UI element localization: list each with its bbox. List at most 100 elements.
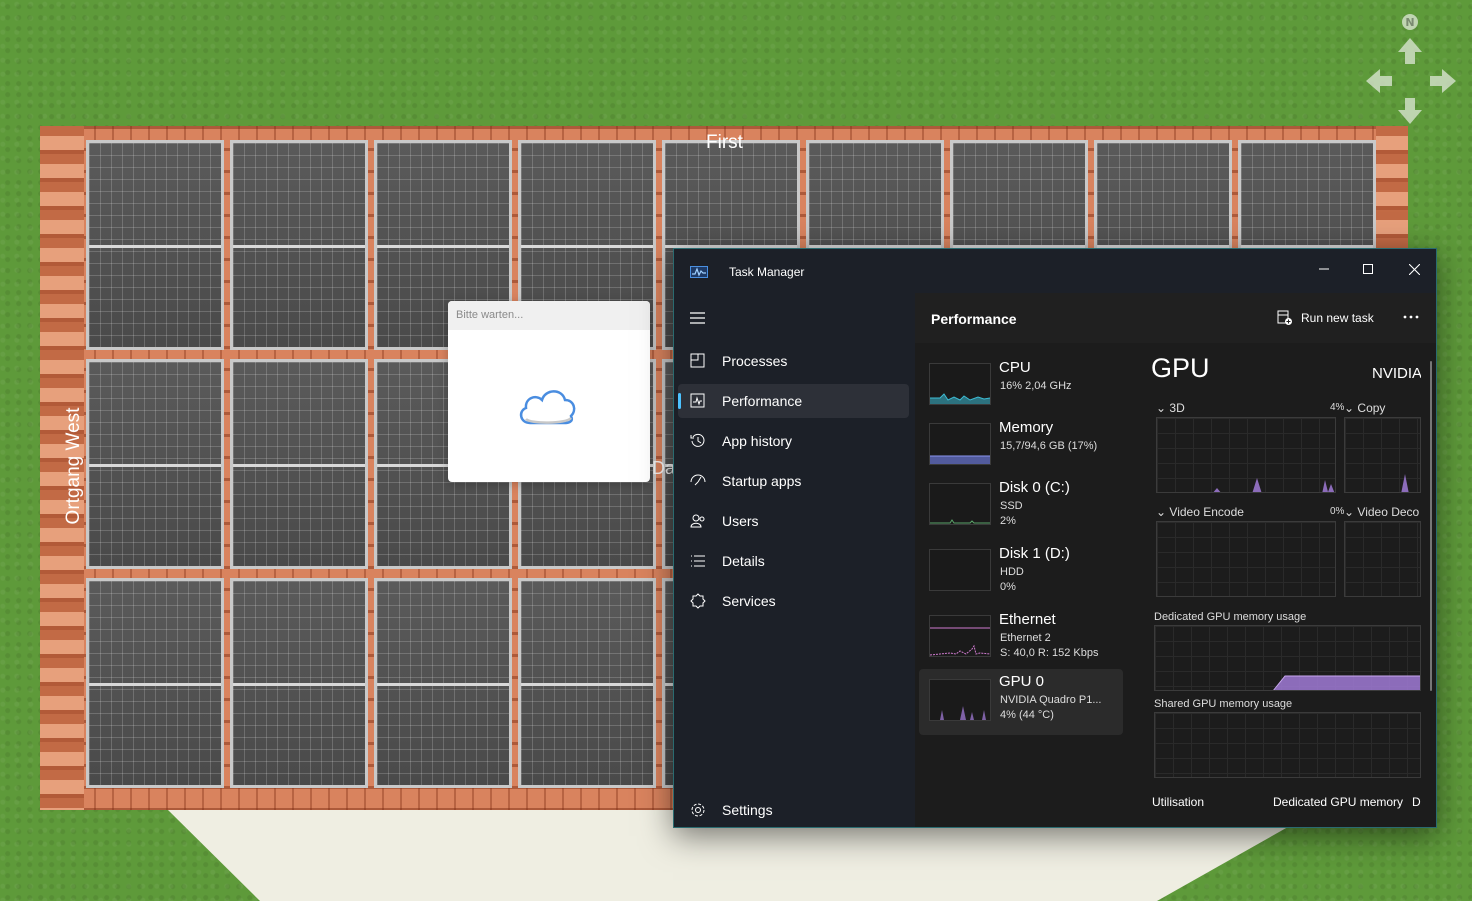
solar-panel[interactable] bbox=[86, 359, 224, 569]
resource-name: Disk 1 (D:) bbox=[999, 545, 1070, 562]
solar-panel[interactable] bbox=[518, 578, 656, 788]
nav-services[interactable]: Services bbox=[678, 584, 909, 618]
vertical-scrollbar[interactable] bbox=[1430, 361, 1432, 691]
memory-thumbnail-graph bbox=[929, 423, 991, 465]
nav-app-history[interactable]: App history bbox=[678, 424, 909, 458]
resource-detail: 15,7/94,6 GB (17%) bbox=[1000, 440, 1098, 452]
shared-memory-graph bbox=[1154, 712, 1421, 778]
resource-memory[interactable]: Memory 15,7/94,6 GB (17%) bbox=[919, 415, 1123, 479]
chevron-down-icon: ⌄ bbox=[1344, 505, 1355, 519]
resource-name: GPU 0 bbox=[999, 673, 1045, 690]
resource-cpu[interactable]: CPU 16% 2,04 GHz bbox=[919, 355, 1123, 419]
engine-3d-selector[interactable]: ⌄ 3D bbox=[1156, 401, 1185, 415]
navigation-compass[interactable]: N bbox=[1366, 12, 1456, 124]
services-icon bbox=[690, 593, 706, 609]
engine-video-encode-selector[interactable]: ⌄ Video Encode bbox=[1156, 505, 1244, 519]
compass-north-label: N bbox=[1405, 16, 1414, 29]
gpu-thumbnail-graph bbox=[929, 679, 991, 721]
performance-pane: Performance Run new task CPU 16% 2,04 GH… bbox=[915, 293, 1436, 827]
nav-users-label: Users bbox=[722, 513, 759, 529]
engine-copy-graph bbox=[1344, 417, 1421, 493]
minimize-button[interactable] bbox=[1302, 255, 1346, 283]
run-new-task-label: Run new task bbox=[1301, 311, 1374, 325]
resource-detail: Ethernet 2 bbox=[1000, 632, 1051, 644]
chevron-down-icon: ⌄ bbox=[1156, 401, 1167, 415]
history-icon bbox=[690, 433, 706, 449]
engine-video-decode-label: Video Deco bbox=[1357, 505, 1420, 519]
resource-name: Disk 0 (C:) bbox=[999, 479, 1070, 496]
nav-processes[interactable]: Processes bbox=[678, 344, 909, 378]
roof-label-ridge: First bbox=[706, 132, 743, 153]
gpu-title: GPU bbox=[1151, 353, 1210, 383]
pan-right-icon bbox=[1430, 69, 1456, 93]
nav-details-label: Details bbox=[722, 553, 765, 569]
shared-memory-label: Shared GPU memory usage bbox=[1154, 698, 1293, 710]
tab-more[interactable]: D bbox=[1412, 795, 1421, 809]
engine-video-decode-selector[interactable]: ⌄ Video Deco bbox=[1344, 505, 1419, 519]
wait-dialog: Bitte warten... bbox=[448, 301, 650, 482]
navigation-sidebar: Processes Performance App history Startu… bbox=[674, 293, 915, 827]
solar-panel[interactable] bbox=[230, 578, 368, 788]
nav-performance[interactable]: Performance bbox=[678, 384, 909, 418]
nav-settings-label: Settings bbox=[722, 802, 773, 818]
gpu-detail-pane: GPU NVIDIA ⌄ 3D 4% ⌄ Copy ⌄ Video Encode… bbox=[1151, 345, 1421, 827]
page-title: Performance bbox=[931, 311, 1017, 327]
task-manager-window[interactable]: Task Manager Processes Performance App h… bbox=[673, 248, 1437, 828]
solar-panel[interactable] bbox=[230, 359, 368, 569]
nav-services-label: Services bbox=[722, 593, 776, 609]
resource-gpu-0[interactable]: GPU 0 NVIDIA Quadro P1... 4% (44 °C) bbox=[919, 669, 1123, 735]
chevron-down-icon: ⌄ bbox=[1344, 401, 1355, 415]
hamburger-menu-icon[interactable] bbox=[690, 311, 706, 329]
nav-processes-label: Processes bbox=[722, 353, 788, 369]
engine-video-decode-graph bbox=[1344, 521, 1421, 597]
nav-settings[interactable]: Settings bbox=[678, 793, 909, 827]
chevron-down-icon: ⌄ bbox=[1156, 505, 1167, 519]
run-task-icon bbox=[1277, 310, 1292, 325]
close-button[interactable] bbox=[1392, 255, 1436, 283]
startup-icon bbox=[690, 473, 706, 489]
solar-panel[interactable] bbox=[86, 140, 224, 350]
resource-detail: 16% 2,04 GHz bbox=[1000, 380, 1072, 392]
gpu-vendor: NVIDIA bbox=[1372, 365, 1421, 382]
resource-usage: 4% (44 °C) bbox=[1000, 709, 1054, 721]
disk1-thumbnail-graph bbox=[929, 549, 991, 591]
maximize-button[interactable] bbox=[1346, 255, 1390, 283]
engine-copy-selector[interactable]: ⌄ Copy bbox=[1344, 401, 1385, 415]
window-title: Task Manager bbox=[729, 265, 805, 279]
resource-usage: S: 40,0 R: 152 Kbps bbox=[1000, 647, 1099, 659]
nav-startup-apps[interactable]: Startup apps bbox=[678, 464, 909, 498]
resource-ethernet[interactable]: Ethernet Ethernet 2 S: 40,0 R: 152 Kbps bbox=[919, 607, 1123, 671]
engine-video-encode-percent: 0% bbox=[1330, 506, 1345, 517]
resource-disk-0[interactable]: Disk 0 (C:) SSD 2% bbox=[919, 475, 1123, 539]
title-bar[interactable]: Task Manager bbox=[674, 249, 1436, 293]
engine-copy-label: Copy bbox=[1357, 401, 1386, 415]
resource-name: CPU bbox=[999, 359, 1031, 376]
cpu-thumbnail-graph bbox=[929, 363, 991, 405]
engine-3d-graph bbox=[1156, 417, 1336, 493]
task-manager-icon bbox=[690, 265, 708, 278]
nav-app-history-label: App history bbox=[722, 433, 793, 449]
solar-panel[interactable] bbox=[230, 140, 368, 350]
engine-video-encode-label: Video Encode bbox=[1169, 505, 1244, 519]
nav-details[interactable]: Details bbox=[678, 544, 909, 578]
details-icon bbox=[690, 553, 706, 569]
disk0-thumbnail-graph bbox=[929, 483, 991, 525]
resource-usage: 0% bbox=[1000, 581, 1016, 593]
engine-3d-percent: 4% bbox=[1330, 402, 1345, 413]
resource-detail: HDD bbox=[1000, 566, 1024, 578]
resource-disk-1[interactable]: Disk 1 (D:) HDD 0% bbox=[919, 541, 1123, 605]
nav-performance-label: Performance bbox=[722, 393, 803, 409]
nav-users[interactable]: Users bbox=[678, 504, 909, 538]
roof-label-gable-west: Ortgang West bbox=[63, 407, 84, 525]
dedicated-memory-graph bbox=[1154, 625, 1421, 691]
tab-dedicated-gpu-memory[interactable]: Dedicated GPU memory bbox=[1273, 795, 1403, 809]
more-options-icon[interactable] bbox=[1403, 307, 1419, 328]
tab-utilisation[interactable]: Utilisation bbox=[1152, 795, 1204, 809]
solar-panel[interactable] bbox=[86, 578, 224, 788]
resource-usage: 2% bbox=[1000, 515, 1016, 527]
solar-panel[interactable] bbox=[374, 578, 512, 788]
pan-up-icon bbox=[1398, 38, 1422, 64]
pan-left-icon bbox=[1366, 69, 1392, 93]
run-new-task-button[interactable]: Run new task bbox=[1277, 310, 1374, 326]
settings-gear-icon bbox=[690, 802, 706, 818]
